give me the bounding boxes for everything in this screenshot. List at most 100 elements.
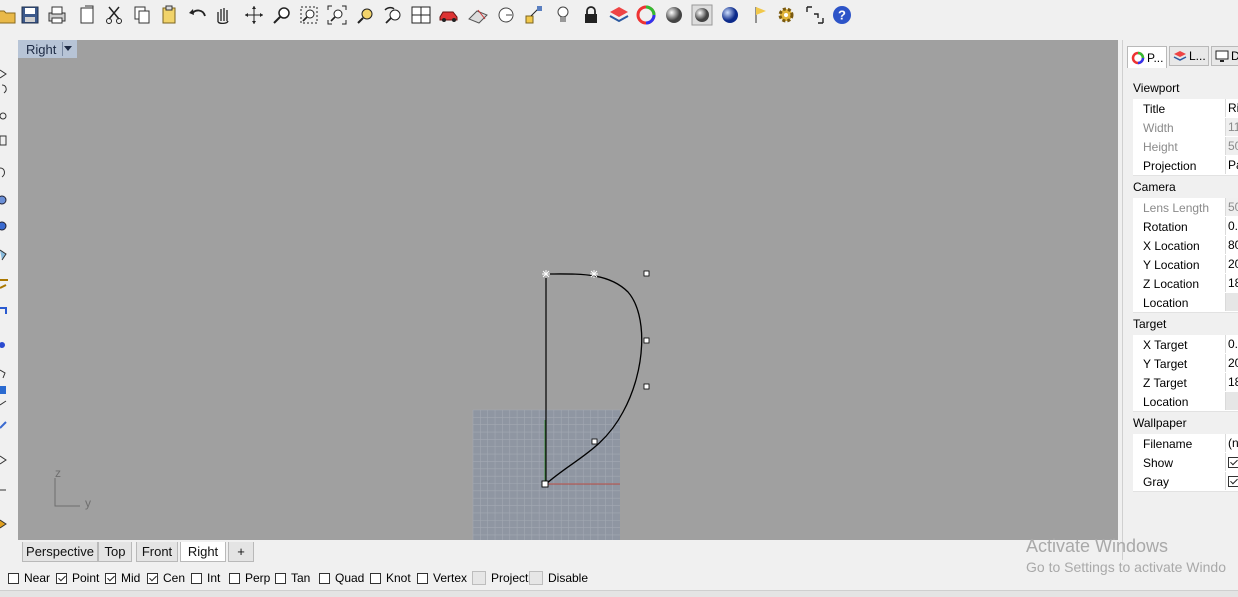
osnap-quad[interactable]: Quad <box>319 570 364 586</box>
show-checkbox[interactable] <box>1228 457 1238 469</box>
axis-y-label: y <box>85 496 91 510</box>
z-target-field[interactable]: 18 <box>1225 373 1238 391</box>
car-icon[interactable] <box>437 2 461 28</box>
four-viewports-icon[interactable] <box>409 2 433 28</box>
z-location-field[interactable]: 18 <box>1225 274 1238 292</box>
osnap-checkbox[interactable] <box>105 572 116 584</box>
osnap-checkbox[interactable] <box>275 572 286 584</box>
prop-label: Height <box>1143 140 1178 154</box>
pan-hand-icon[interactable] <box>211 2 235 28</box>
osnap-project[interactable]: Project <box>472 570 528 586</box>
projection-select[interactable]: Pa <box>1225 156 1238 174</box>
osnap-knot[interactable]: Knot <box>370 570 411 586</box>
zoom-extents-icon[interactable] <box>325 2 349 28</box>
osnap-vertex[interactable]: Vertex <box>417 570 467 586</box>
undo-icon[interactable] <box>186 2 210 28</box>
osnap-checkbox[interactable] <box>529 571 543 585</box>
rotate-view-icon[interactable] <box>242 2 266 28</box>
gray-checkbox[interactable] <box>1228 476 1238 488</box>
tab-layers[interactable]: L... <box>1169 46 1209 66</box>
camera-location-button[interactable] <box>1225 293 1238 311</box>
import-icon[interactable] <box>75 2 99 28</box>
osnap-checkbox[interactable] <box>147 572 158 584</box>
shaded-sphere-icon[interactable] <box>662 2 686 28</box>
tab-display[interactable]: D <box>1211 46 1238 66</box>
zoom-selected-icon[interactable] <box>354 2 378 28</box>
prop-label: Lens Length <box>1143 201 1210 215</box>
lock-icon[interactable] <box>579 2 603 28</box>
target-location-button[interactable] <box>1225 392 1238 410</box>
tab-label: Perspective <box>26 544 94 559</box>
osnap-disable[interactable]: Disable <box>529 570 588 586</box>
osnap-checkbox[interactable] <box>472 571 486 585</box>
osnap-near[interactable]: Near <box>8 570 50 586</box>
print-icon[interactable] <box>45 2 69 28</box>
osnap-tan[interactable]: Tan <box>275 570 310 586</box>
zoom-window-icon[interactable] <box>297 2 321 28</box>
osnap-label: Mid <box>121 571 141 585</box>
osnap-checkbox[interactable] <box>56 572 67 584</box>
osnap-int[interactable]: Int <box>191 570 220 586</box>
open-folder-icon[interactable] <box>0 2 18 28</box>
y-location-field[interactable]: 20 <box>1225 255 1238 273</box>
right-viewport[interactable]: z y Right <box>18 40 1118 540</box>
named-view-icon[interactable] <box>494 2 518 28</box>
rotation-field[interactable]: 0.0 <box>1225 217 1238 235</box>
tab-front[interactable]: Front <box>136 542 178 562</box>
construction-plane-icon[interactable] <box>466 2 490 28</box>
osnap-checkbox[interactable] <box>191 572 202 584</box>
viewport-title[interactable]: Right <box>18 40 78 58</box>
osnap-label: Quad <box>335 571 365 585</box>
prop-label: Width <box>1143 121 1174 135</box>
osnap-perp[interactable]: Perp <box>229 570 270 586</box>
rendered-sphere-icon[interactable] <box>690 2 714 28</box>
osnap-label: Int <box>207 571 221 585</box>
x-location-field[interactable]: 80 <box>1225 236 1238 254</box>
add-viewport-tab[interactable]: + <box>228 542 254 562</box>
viewport-title-text[interactable]: Right <box>26 42 56 57</box>
osnap-checkbox[interactable] <box>319 572 330 584</box>
tab-right[interactable]: Right <box>180 542 226 562</box>
tab-properties[interactable]: P... <box>1127 46 1167 68</box>
prop-label: Y Target <box>1143 357 1188 371</box>
light-bulb-icon[interactable] <box>551 2 575 28</box>
prop-label: Z Target <box>1143 376 1187 390</box>
plus-icon: + <box>237 544 245 559</box>
title-field[interactable]: Rig <box>1225 99 1238 117</box>
prop-row-camera-location: Location <box>1133 293 1238 313</box>
osnap-checkbox[interactable] <box>8 572 19 584</box>
y-target-field[interactable]: 20 <box>1225 354 1238 372</box>
prop-label: Rotation <box>1143 220 1188 234</box>
osnap-point[interactable]: Point <box>56 570 99 586</box>
filename-field[interactable]: (no <box>1225 434 1238 452</box>
viewport-canvas[interactable]: z y <box>18 40 1118 540</box>
osnap-mid[interactable]: Mid <box>105 570 140 586</box>
tab-label: Top <box>104 544 126 559</box>
help-icon[interactable]: ? <box>830 2 854 28</box>
save-icon[interactable] <box>18 2 42 28</box>
cut-icon[interactable] <box>102 2 126 28</box>
color-wheel-icon[interactable] <box>634 2 658 28</box>
left-tools-icons[interactable] <box>0 40 14 540</box>
osnap-cen[interactable]: Cen <box>147 570 185 586</box>
blue-sphere-icon[interactable] <box>718 2 742 28</box>
gear-icon[interactable] <box>774 2 798 28</box>
paste-icon[interactable] <box>157 2 181 28</box>
zoom-icon[interactable] <box>270 2 294 28</box>
copy-icon[interactable] <box>130 2 154 28</box>
flag-icon[interactable] <box>750 2 774 28</box>
tab-top[interactable]: Top <box>98 542 132 562</box>
undo-view-icon[interactable] <box>381 2 405 28</box>
main-toolbar: ? <box>0 0 1238 32</box>
chevron-down-icon[interactable] <box>62 42 73 56</box>
prop-label: Projection <box>1143 159 1197 173</box>
layer-icon[interactable] <box>607 2 631 28</box>
osnap-checkbox[interactable] <box>370 572 381 584</box>
tab-perspective[interactable]: Perspective <box>22 542 98 562</box>
select-icon[interactable] <box>803 2 827 28</box>
x-target-field[interactable]: 0.0 <box>1225 335 1238 353</box>
tab-label: Right <box>187 544 219 559</box>
camera-target-icon[interactable] <box>522 2 546 28</box>
osnap-checkbox[interactable] <box>229 572 240 584</box>
osnap-checkbox[interactable] <box>417 572 428 584</box>
